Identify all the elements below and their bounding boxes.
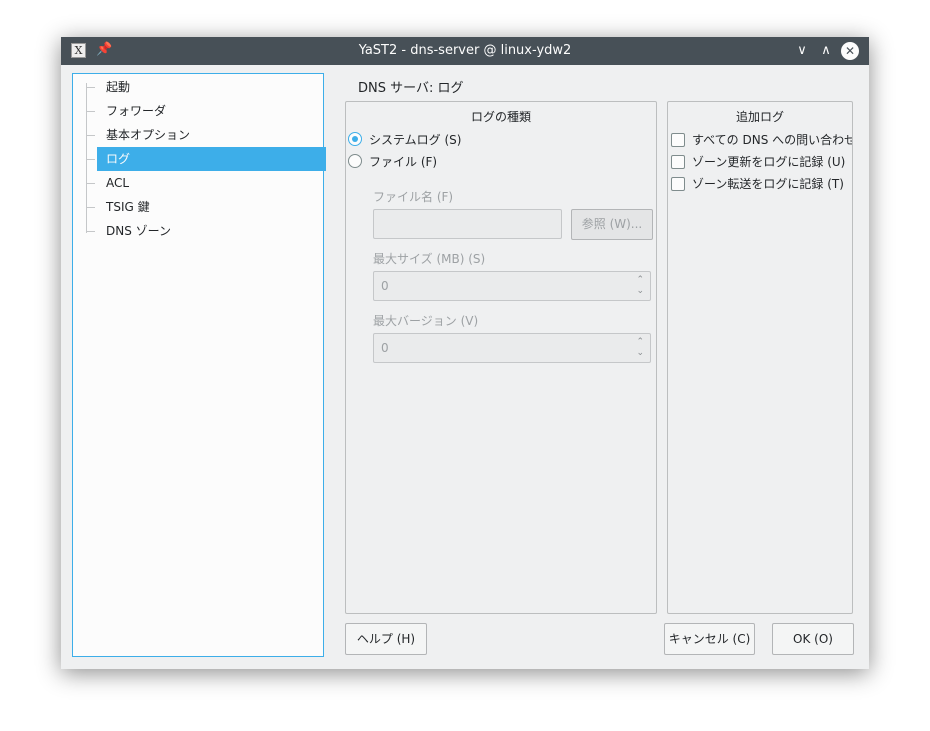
page-title: DNS サーバ: ログ [358,81,464,96]
tree-item-startup[interactable]: 起動 [83,75,326,99]
max-versions-label: 最大バージョン (V) [373,314,479,328]
log-zone-transfers-label: ゾーン転送をログに記録 (T) [692,177,844,191]
maximize-icon[interactable]: ∧ [817,42,835,60]
max-size-spinbox[interactable]: 0 ⌃ ⌄ [373,271,651,301]
spin-down-icon[interactable]: ⌄ [636,286,644,297]
additional-logging-title: 追加ログ [735,110,784,124]
file-name-label: ファイル名 (F) [373,190,454,204]
close-icon[interactable]: ✕ [841,42,859,60]
tree-item-label: 基本オプション [106,128,191,142]
tree-branch [86,87,95,88]
max-size-label: 最大サイズ (MB) (S) [373,252,486,266]
tree-item-label: 起動 [106,80,131,94]
log-type-group-title: ログの種類 [470,110,531,124]
radio-indicator [348,154,362,168]
checkbox-indicator [671,177,685,191]
max-versions-spinbox[interactable]: 0 ⌃ ⌄ [373,333,651,363]
browse-button[interactable]: 参照 (W)... [571,209,653,240]
minimize-icon[interactable]: ∨ [793,42,811,60]
max-versions-value: 0 [381,341,389,355]
tree-branch [86,183,95,184]
tree-item-logging[interactable]: ログ [83,147,326,171]
window-title: YaST2 - dns-server @ linux-ydw2 [358,43,572,58]
title-bar[interactable]: X 📌 YaST2 - dns-server @ linux-ydw2 ∨ ∧ … [61,37,869,65]
tree-branch [86,111,95,112]
tree-item-label: フォワーダ [106,104,167,118]
log-all-queries-label: すべての DNS への問い合わせ [692,133,853,147]
radio-indicator [348,132,362,146]
tree-branch [86,159,95,160]
log-zone-updates-label: ゾーン更新をログに記録 (U) [692,155,846,169]
spin-down-icon[interactable]: ⌄ [636,348,644,359]
tree-item-dns-zones[interactable]: DNS ゾーン [83,219,326,243]
file-radio-label: ファイル (F) [369,155,438,169]
log-type-group: ログの種類 システムログ (S) ファイル (F) ファイル名 (F) 参照 (… [345,101,657,614]
spin-up-icon[interactable]: ⌃ [636,275,644,286]
tree-item-acl[interactable]: ACL [83,171,326,195]
help-button[interactable]: ヘルプ (H) [345,623,427,655]
syslog-radio-label: システムログ (S) [369,133,462,147]
tree-branch [86,135,95,136]
tree-item-label: DNS ゾーン [106,224,172,238]
tree-item-label: TSIG 鍵 [106,200,150,214]
checkbox-indicator [671,133,685,147]
max-size-value: 0 [381,279,389,293]
tree-item-tsig-keys[interactable]: TSIG 鍵 [83,195,326,219]
yast-dialog-window: X 📌 YaST2 - dns-server @ linux-ydw2 ∨ ∧ … [61,37,869,669]
tree-item-label: ACL [106,176,130,190]
cancel-button[interactable]: キャンセル (C) [664,623,755,655]
tree-item-forwarders[interactable]: フォワーダ [83,99,326,123]
file-name-input[interactable] [373,209,562,239]
ok-button[interactable]: OK (O) [772,623,854,655]
checkbox-indicator [671,155,685,169]
navigation-tree[interactable]: 起動 フォワーダ 基本オプション ログ ACL TSIG 鍵 DNS ゾーン [72,73,326,657]
additional-logging-group: 追加ログ すべての DNS への問い合わせ ゾーン更新をログに記録 (U) ゾー… [667,101,853,614]
spin-up-icon[interactable]: ⌃ [636,337,644,348]
spin-arrows-icon[interactable]: ⌃ ⌄ [636,337,644,359]
tree-branch [86,207,95,208]
tree-item-basic-options[interactable]: 基本オプション [83,123,326,147]
tree-branch [86,231,95,232]
spin-arrows-icon[interactable]: ⌃ ⌄ [636,275,644,297]
tree-item-label: ログ [97,147,326,171]
